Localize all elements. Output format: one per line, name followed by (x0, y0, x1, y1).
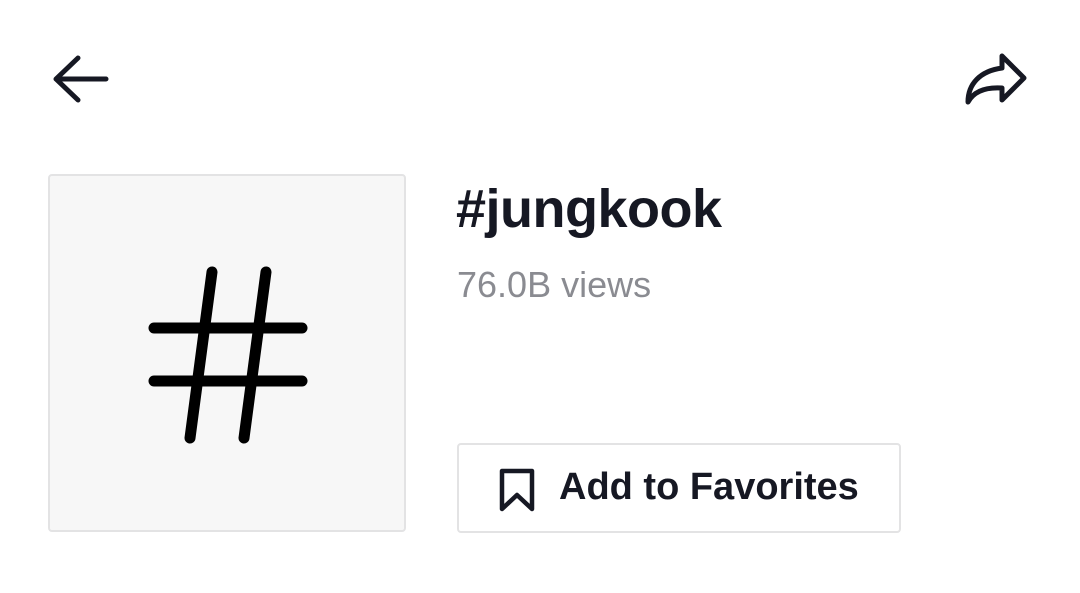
hashtag-title: #jungkook (456, 179, 722, 239)
share-forward-icon (965, 53, 1027, 105)
bookmark-icon (499, 468, 535, 512)
add-to-favorites-button[interactable]: Add to Favorites (457, 443, 901, 533)
back-button[interactable] (48, 48, 112, 112)
hashtag-icon (148, 266, 308, 444)
arrow-left-icon (53, 55, 109, 103)
top-navigation-bar (0, 0, 1080, 160)
view-count: 76.0B views (457, 264, 652, 305)
share-button[interactable] (960, 46, 1032, 114)
hashtag-cover (48, 174, 406, 532)
add-to-favorites-label: Add to Favorites (559, 466, 859, 508)
